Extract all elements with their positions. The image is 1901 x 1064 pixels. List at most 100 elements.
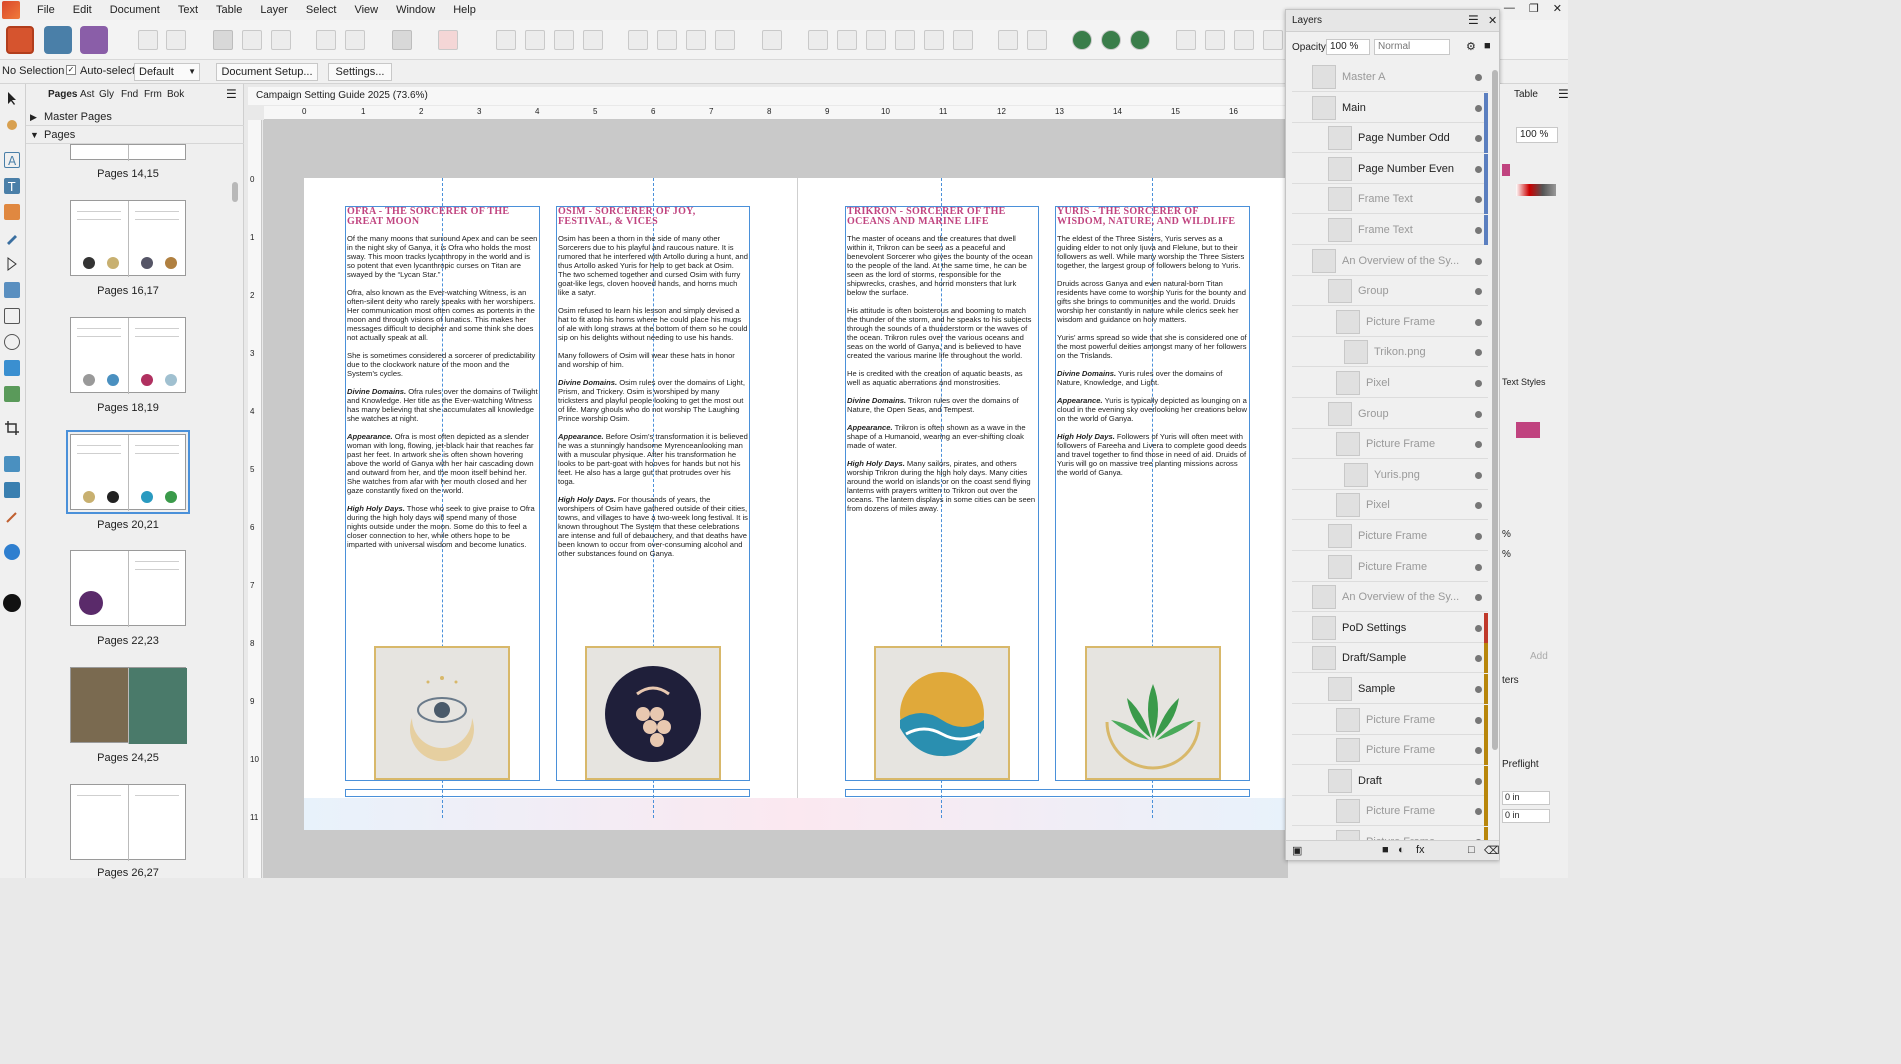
layer-row[interactable]: Group — [1292, 399, 1488, 429]
view-mode-bleed-icon[interactable] — [242, 30, 262, 50]
inch-field[interactable]: 0 in — [1502, 791, 1550, 805]
view-mode-normal-icon[interactable] — [213, 30, 233, 50]
align-left-icon[interactable] — [808, 30, 828, 50]
designer-persona-icon[interactable] — [44, 26, 72, 54]
artistic-text-tool-icon[interactable]: A — [4, 152, 20, 168]
tab-pages[interactable]: Pages — [48, 89, 77, 100]
menu-window[interactable]: Window — [387, 4, 444, 16]
menu-file[interactable]: File — [28, 4, 64, 16]
tab-table[interactable]: Table — [1514, 89, 1538, 100]
swatch-row[interactable] — [1516, 184, 1556, 196]
fill-color-swatch[interactable] — [3, 594, 21, 612]
arrange-back-icon[interactable] — [554, 30, 574, 50]
align-top-icon[interactable] — [895, 30, 915, 50]
visibility-dot-icon[interactable] — [1475, 104, 1482, 112]
layer-row[interactable]: Picture Frame — [1292, 552, 1488, 582]
layer-row[interactable]: Draft/Sample — [1292, 643, 1488, 674]
footer-frame[interactable] — [845, 789, 1250, 797]
place-image-tool-icon[interactable] — [4, 360, 20, 376]
photo-persona-icon[interactable] — [80, 26, 108, 54]
rotate-left-icon[interactable] — [686, 30, 706, 50]
layer-row[interactable]: Picture Frame — [1292, 429, 1488, 460]
visibility-dot-icon[interactable] — [1475, 380, 1482, 387]
layer-row[interactable]: Frame Text — [1292, 215, 1488, 245]
publisher-persona-icon[interactable] — [6, 26, 34, 54]
picture-frame-yuris[interactable] — [1085, 646, 1221, 780]
close-icon[interactable]: ✕ — [1488, 14, 1497, 27]
ellipse-frame-tool-icon[interactable] — [4, 334, 20, 350]
visibility-dot-icon[interactable] — [1475, 777, 1482, 785]
align-middle-icon[interactable] — [924, 30, 944, 50]
footer-frame[interactable] — [345, 789, 750, 797]
menu-view[interactable]: View — [345, 4, 387, 16]
table-grid-tool-icon[interactable] — [4, 386, 20, 402]
layer-row[interactable]: Trikon.png — [1292, 337, 1488, 368]
fill-tool-icon[interactable] — [4, 456, 20, 472]
visibility-dot-icon[interactable] — [1475, 502, 1482, 510]
unlink-icon[interactable] — [1263, 30, 1283, 50]
sync-icon[interactable] — [166, 30, 186, 50]
layer-row[interactable]: PoD Settings — [1292, 612, 1488, 643]
visibility-dot-icon[interactable] — [1475, 349, 1482, 357]
layer-stack-icon[interactable]: ▣ — [1292, 844, 1302, 857]
visibility-dot-icon[interactable] — [1475, 624, 1482, 632]
insert-icon[interactable] — [1176, 30, 1196, 50]
visibility-dot-icon[interactable] — [1475, 716, 1482, 724]
text-wrap-icon[interactable] — [345, 30, 365, 50]
layer-row[interactable]: Master A — [1292, 62, 1488, 92]
visibility-dot-icon[interactable] — [1475, 257, 1482, 265]
align-right-icon[interactable] — [866, 30, 886, 50]
tab-find[interactable]: Fnd — [121, 89, 138, 100]
picture-frame-tool-icon[interactable] — [4, 308, 20, 324]
layer-row[interactable]: Yuris.png — [1292, 460, 1488, 490]
pen-tool-icon[interactable] — [4, 230, 20, 246]
page-thumbnail[interactable] — [70, 144, 186, 161]
document-tab[interactable]: Campaign Setting Guide 2025 (73.6%) — [248, 87, 1288, 105]
menu-select[interactable]: Select — [297, 4, 346, 16]
tab-frames[interactable]: Frm — [144, 89, 162, 100]
page-thumbnail[interactable] — [70, 200, 186, 277]
rotate-right-icon[interactable] — [715, 30, 735, 50]
zoom-tool-icon[interactable] — [4, 544, 20, 560]
opacity-field[interactable]: 100 % — [1516, 127, 1558, 143]
preflight-tab[interactable]: Preflight — [1502, 759, 1539, 770]
tab-glyphs[interactable]: Gly — [99, 89, 114, 100]
visibility-dot-icon[interactable] — [1475, 441, 1482, 449]
page-thumbnail[interactable] — [70, 667, 187, 744]
auto-select-dropdown[interactable]: Default ▼ — [134, 63, 200, 81]
blend-mode-dropdown[interactable]: Normal — [1374, 39, 1450, 55]
link-icon[interactable] — [1234, 30, 1254, 50]
menu-text[interactable]: Text — [169, 4, 207, 16]
layer-row[interactable]: Picture Frame — [1292, 704, 1488, 735]
layer-row[interactable]: Frame Text — [1292, 184, 1488, 215]
layer-row[interactable]: Group — [1292, 276, 1488, 307]
transparency-tool-icon[interactable] — [4, 482, 20, 498]
document-setup-button[interactable]: Document Setup... — [216, 63, 318, 81]
tab-bookmarks[interactable]: Bok — [167, 89, 184, 100]
picture-frame-osim[interactable] — [585, 646, 721, 780]
page-thumbnail-selected[interactable] — [66, 430, 190, 514]
layer-row[interactable]: Pixel — [1292, 490, 1488, 521]
layer-row[interactable]: Picture Frame — [1292, 796, 1488, 827]
flip-horizontal-icon[interactable] — [628, 30, 648, 50]
settings-button[interactable]: Settings... — [328, 63, 392, 81]
frame-text-icon[interactable] — [392, 30, 412, 50]
page-thumbnail[interactable] — [70, 550, 186, 627]
boolean-intersect-icon[interactable] — [1130, 30, 1150, 50]
layer-row[interactable]: Picture Frame — [1292, 735, 1488, 766]
pages-section[interactable]: ▼ Pages — [26, 126, 244, 144]
align-icon[interactable] — [762, 30, 782, 50]
visibility-dot-icon[interactable] — [1475, 686, 1482, 693]
menu-document[interactable]: Document — [101, 4, 169, 16]
visibility-dot-icon[interactable] — [1475, 594, 1482, 602]
boolean-subtract-icon[interactable] — [1101, 30, 1121, 50]
boolean-add-icon[interactable] — [1072, 30, 1092, 50]
table-tool-icon[interactable] — [4, 204, 20, 220]
page-thumbnail[interactable] — [70, 317, 186, 394]
hand-tool-icon[interactable] — [4, 116, 20, 132]
menu-edit[interactable]: Edit — [64, 4, 101, 16]
visibility-dot-icon[interactable] — [1475, 227, 1482, 234]
pages-scrollbar[interactable] — [232, 182, 238, 202]
visibility-dot-icon[interactable] — [1475, 288, 1482, 296]
opacity-field[interactable]: 100 % — [1326, 39, 1370, 55]
